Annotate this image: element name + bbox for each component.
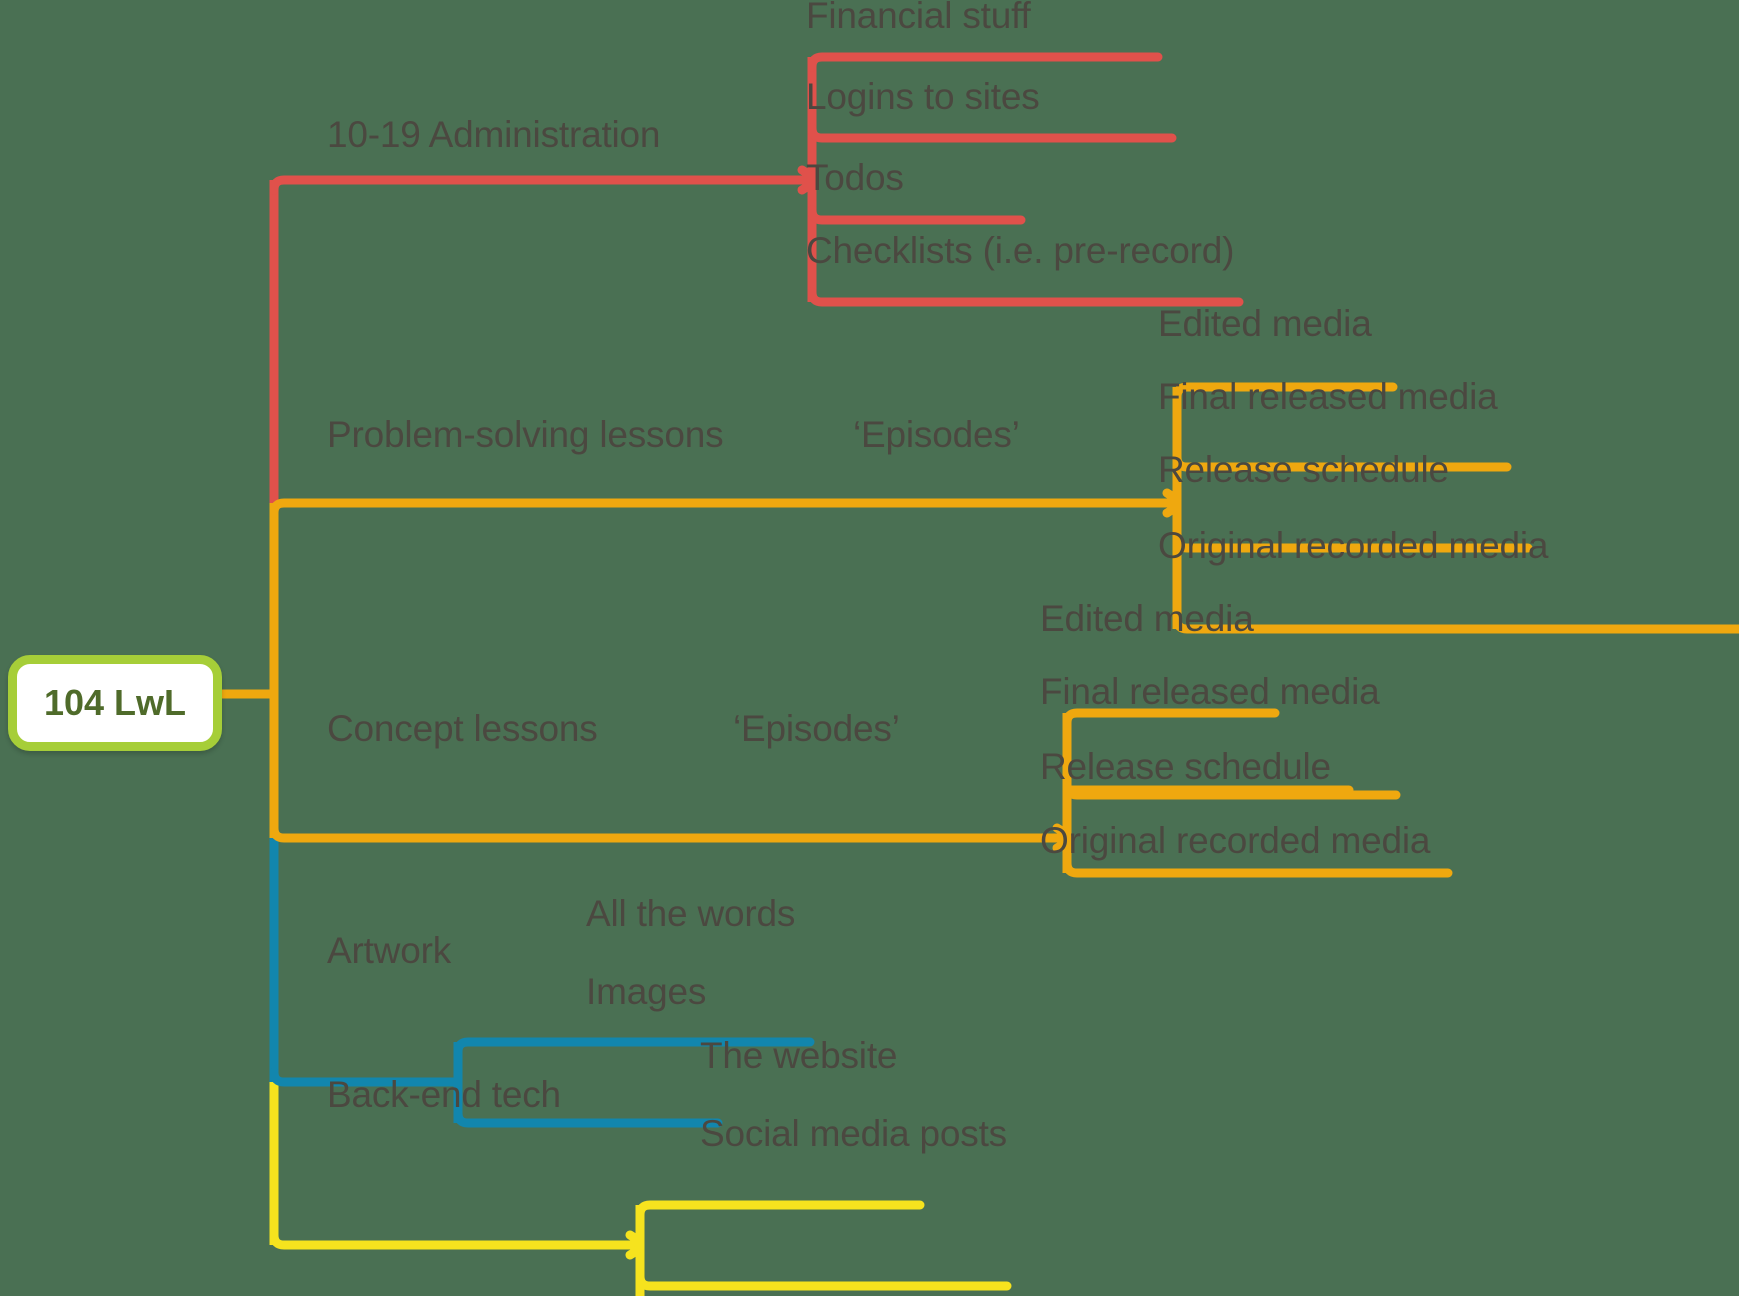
branch-label-concept-lessons[interactable]: Concept lessons: [327, 710, 598, 747]
connector-child-financial-stuff: [807, 52, 1163, 72]
root-node[interactable]: 104 LwL: [8, 655, 222, 751]
connector-child-checklists: [807, 287, 1244, 307]
branch-label-artwork[interactable]: Artwork: [327, 932, 451, 969]
connector-child-cl-edited-media: [1062, 708, 1280, 728]
connector-child-cl-original-recorded-media: [1062, 858, 1453, 878]
node-label-ps-release-schedule[interactable]: Release schedule: [1158, 451, 1449, 488]
connector-child-social-media-posts: [635, 1271, 1012, 1291]
node-label-ps-final-released-media[interactable]: Final released media: [1158, 378, 1498, 415]
connector-branch-problem-solving-lessons: [269, 498, 1182, 518]
mindmap-canvas: 104 LwL 10-19 Administration Financial s…: [0, 0, 1739, 1296]
node-label-the-website[interactable]: The website: [700, 1037, 897, 1074]
node-label-financial-stuff[interactable]: Financial stuff: [806, 0, 1031, 34]
node-label-checklists[interactable]: Checklists (i.e. pre-record): [806, 232, 1234, 269]
node-label-social-media-posts[interactable]: Social media posts: [700, 1115, 1007, 1152]
branch-label-problem-solving-lessons[interactable]: Problem-solving lessons: [327, 416, 724, 453]
connector-child-the-website: [635, 1200, 925, 1220]
connector-branch-back-end-tech: [269, 1230, 645, 1250]
branch-label-administration[interactable]: 10-19 Administration: [327, 116, 661, 153]
connector-child-logins-to-sites: [807, 123, 1177, 143]
node-label-images[interactable]: Images: [586, 973, 706, 1010]
node-label-ps-edited-media[interactable]: Edited media: [1158, 305, 1372, 342]
connector-child-ps-original-recorded-media: [1172, 614, 1739, 634]
node-label-cl-final-released-media[interactable]: Final released media: [1040, 673, 1380, 710]
connector-branch-administration: [269, 175, 817, 195]
node-label-logins-to-sites[interactable]: Logins to sites: [806, 78, 1040, 115]
branch-sublabel-concept-episodes: ‘Episodes’: [733, 708, 900, 749]
root-node-label: 104 LwL: [43, 682, 187, 723]
node-label-cl-release-schedule[interactable]: Release schedule: [1040, 748, 1331, 785]
branch-sublabel-problem-solving-episodes: ‘Episodes’: [853, 414, 1020, 455]
node-label-cl-edited-media[interactable]: Edited media: [1040, 600, 1254, 637]
node-label-ps-original-recorded-media[interactable]: Original recorded media: [1158, 527, 1548, 564]
connector-child-todos: [807, 205, 1026, 225]
node-label-todos[interactable]: Todos: [806, 159, 904, 196]
connector-branch-concept-lessons: [269, 823, 1072, 843]
branch-label-back-end-tech[interactable]: Back-end tech: [327, 1076, 561, 1113]
node-label-all-the-words[interactable]: All the words: [586, 895, 795, 932]
node-label-cl-original-recorded-media[interactable]: Original recorded media: [1040, 822, 1430, 859]
